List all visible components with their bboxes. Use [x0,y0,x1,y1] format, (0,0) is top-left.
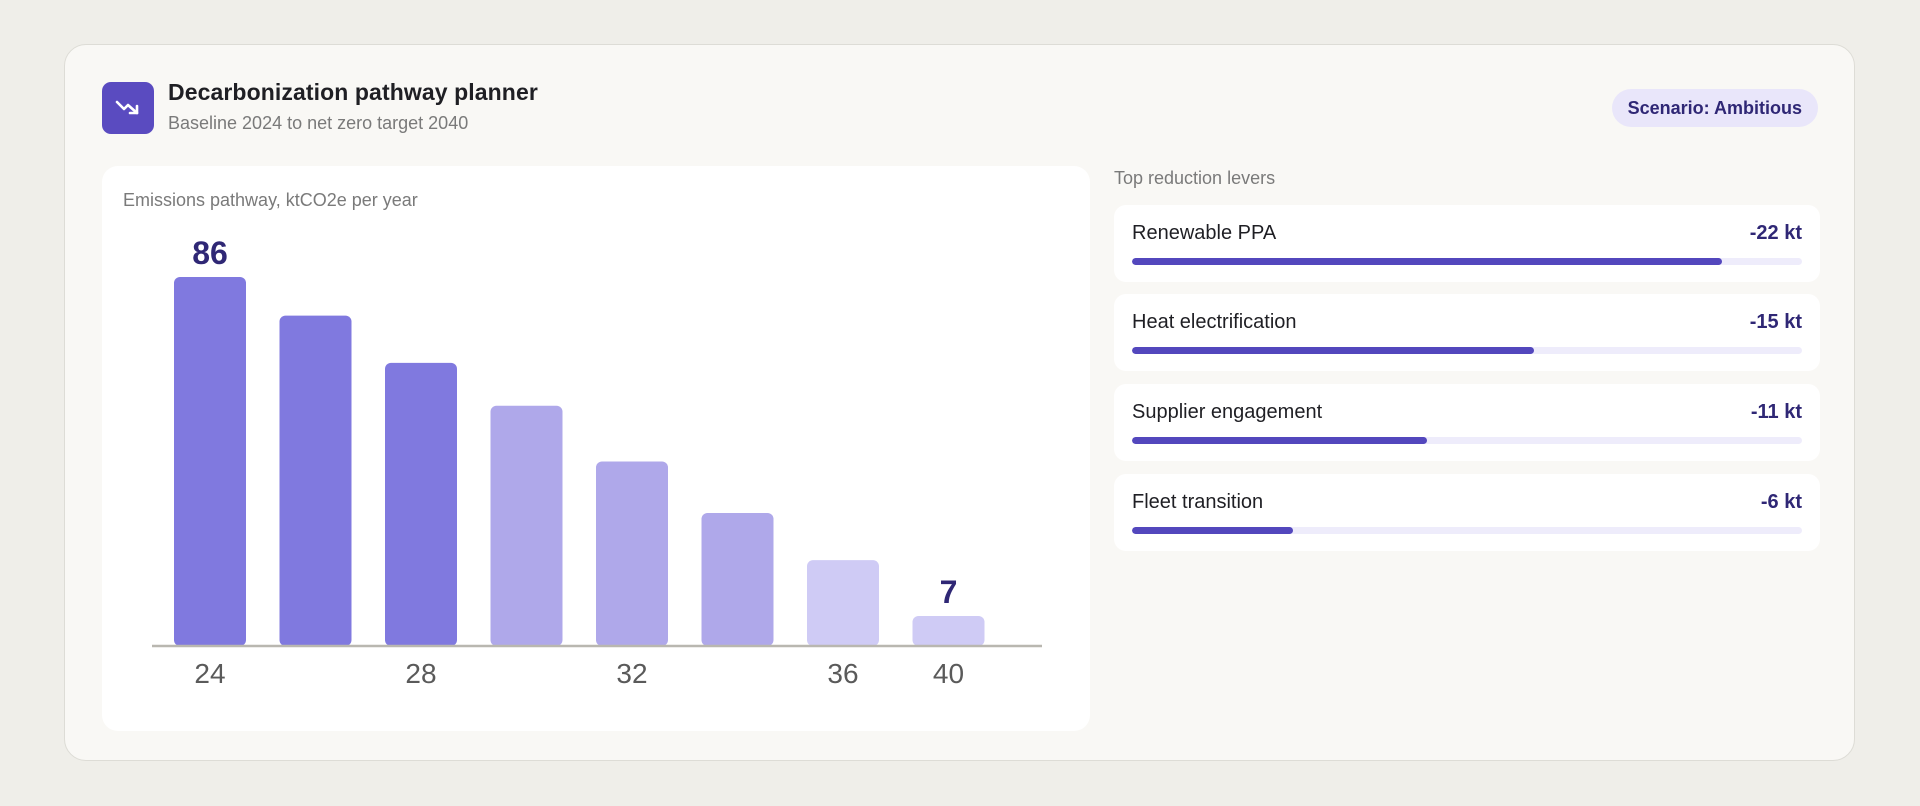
lever-card: Supplier engagement -11 kt [1114,384,1820,461]
scenario-badge[interactable]: Scenario: Ambitious [1611,89,1818,127]
lever-progress-fill [1132,347,1534,354]
lever-progress-fill [1132,527,1293,534]
chart-tick-label: 32 [616,658,647,689]
chart-bar[interactable] [174,277,246,646]
lever-progress-fill [1132,258,1722,265]
lever-value: -6 kt [1760,491,1802,513]
page-title: Decarbonization pathway planner [168,79,538,105]
chart-bar[interactable] [807,560,879,646]
lever-name: Supplier engagement [1132,401,1323,423]
lever-progress-track [1132,437,1802,444]
emissions-chart-panel: Emissions pathway, ktCO2e per year 86 24 2… [102,166,1090,731]
page-subtitle: Baseline 2024 to net zero target 2040 [168,113,469,133]
chart-bar[interactable] [912,615,985,646]
lever-name: Renewable PPA [1132,222,1277,244]
lever-card: Fleet transition -6 kt [1114,474,1820,551]
lever-progress-track [1132,258,1802,265]
planner-card: Decarbonization pathway planner Baseline… [64,44,1855,761]
chart-bar[interactable] [596,461,668,647]
chart-data-label: 86 [192,235,228,271]
chart-bar[interactable] [701,512,774,646]
chart-tick-label: 28 [405,658,436,689]
chart-bar[interactable] [490,405,563,646]
levers-title: Top reduction levers [1114,168,1276,188]
emissions-chart: 86 24 28 32 36 7 40 [152,235,1042,689]
lever-progress-fill [1132,437,1427,444]
chart-bar[interactable] [385,362,457,646]
trending-down-icon [102,82,154,134]
lever-value: -15 kt [1749,311,1802,333]
lever-value: -22 kt [1749,222,1802,244]
chart-data-label: 7 [940,574,958,610]
chart-tick-label: 24 [194,658,225,689]
chart-tick-label: 40 [933,658,964,689]
lever-card: Renewable PPA -22 kt [1114,205,1820,282]
lever-card: Heat electrification -15 kt [1114,294,1820,371]
lever-progress-track [1132,347,1802,354]
lever-name: Heat electrification [1132,311,1297,333]
chart-bar[interactable] [279,315,352,646]
chart-tick-label: 36 [827,658,858,689]
lever-name: Fleet transition [1132,491,1264,513]
lever-value: -11 kt [1750,401,1802,423]
lever-progress-track [1132,527,1802,534]
